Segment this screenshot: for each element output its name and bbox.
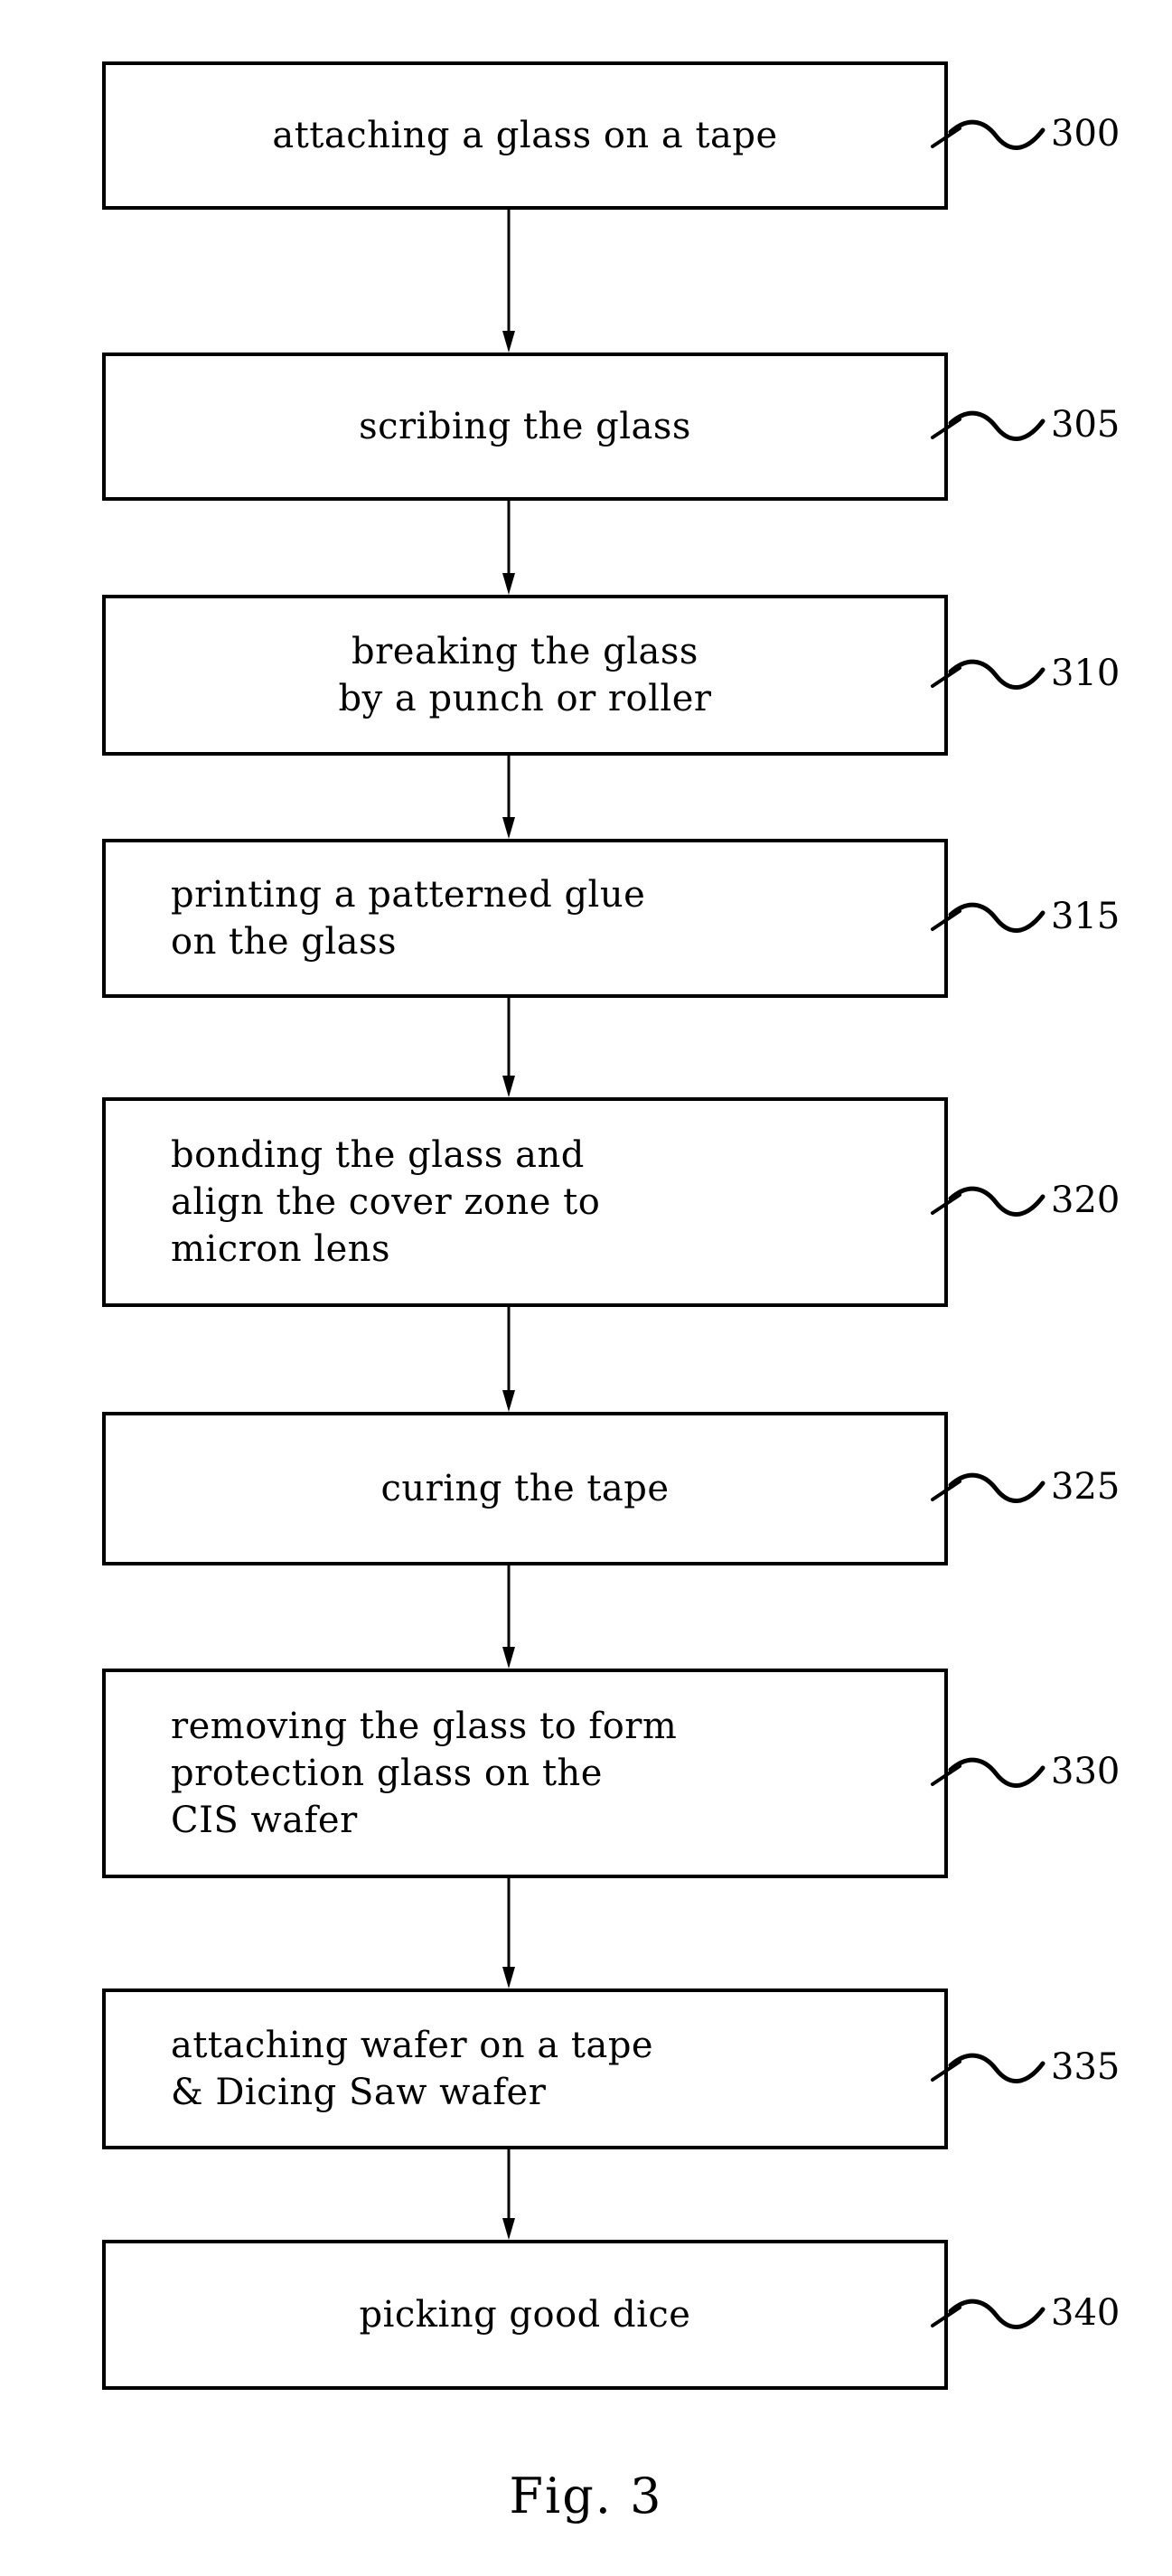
reference-numeral-305: 305 xyxy=(1051,404,1120,446)
process-step-box-315: printing a patterned glue on the glass xyxy=(102,839,948,998)
flow-connector-arrow xyxy=(499,1307,519,1412)
figure-caption: Fig. 3 xyxy=(509,2468,663,2524)
process-step-box-320: bonding the glass and align the cover zo… xyxy=(102,1097,948,1307)
process-step-label: attaching a glass on a tape xyxy=(272,115,778,156)
process-step-box-310: breaking the glass by a punch or roller xyxy=(102,595,948,756)
process-step-label: scribing the glass xyxy=(359,406,691,447)
process-step-label: picking good dice xyxy=(359,2294,691,2336)
process-step-box-335: attaching wafer on a tape & Dicing Saw w… xyxy=(102,1988,948,2149)
reference-numeral-320: 320 xyxy=(1051,1180,1120,1221)
process-step-label: removing the glass to form protection gl… xyxy=(171,1706,678,1841)
flow-connector-arrow xyxy=(499,998,519,1097)
process-step-label: bonding the glass and align the cover zo… xyxy=(171,1134,601,1270)
process-step-box-325: curing the tape xyxy=(102,1412,948,1565)
process-step-box-305: scribing the glass xyxy=(102,353,948,501)
reference-numeral-315: 315 xyxy=(1051,896,1120,937)
flow-connector-arrow xyxy=(499,1565,519,1669)
flow-connector-arrow xyxy=(499,756,519,839)
process-step-label: printing a patterned glue on the glass xyxy=(171,874,646,963)
process-step-box-330: removing the glass to form protection gl… xyxy=(102,1669,948,1878)
process-step-label: breaking the glass by a punch or roller xyxy=(338,631,712,719)
process-step-box-340: picking good dice xyxy=(102,2240,948,2390)
reference-numeral-325: 325 xyxy=(1051,1466,1120,1508)
flow-connector-arrow xyxy=(499,1878,519,1988)
reference-numeral-335: 335 xyxy=(1051,2046,1120,2088)
process-step-label: curing the tape xyxy=(380,1468,670,1509)
reference-numeral-330: 330 xyxy=(1051,1751,1120,1792)
flow-connector-arrow xyxy=(499,501,519,595)
patent-figure-3: Fig. 3 attaching a glass on a tape 300 scr… xyxy=(0,0,1172,2576)
process-step-label: attaching wafer on a tape & Dicing Saw w… xyxy=(171,2025,654,2113)
reference-numeral-300: 300 xyxy=(1051,113,1120,155)
reference-numeral-310: 310 xyxy=(1051,653,1120,694)
reference-numeral-340: 340 xyxy=(1051,2292,1120,2334)
flow-connector-arrow xyxy=(499,210,519,353)
flow-connector-arrow xyxy=(499,2149,519,2240)
process-step-box-300: attaching a glass on a tape xyxy=(102,61,948,210)
